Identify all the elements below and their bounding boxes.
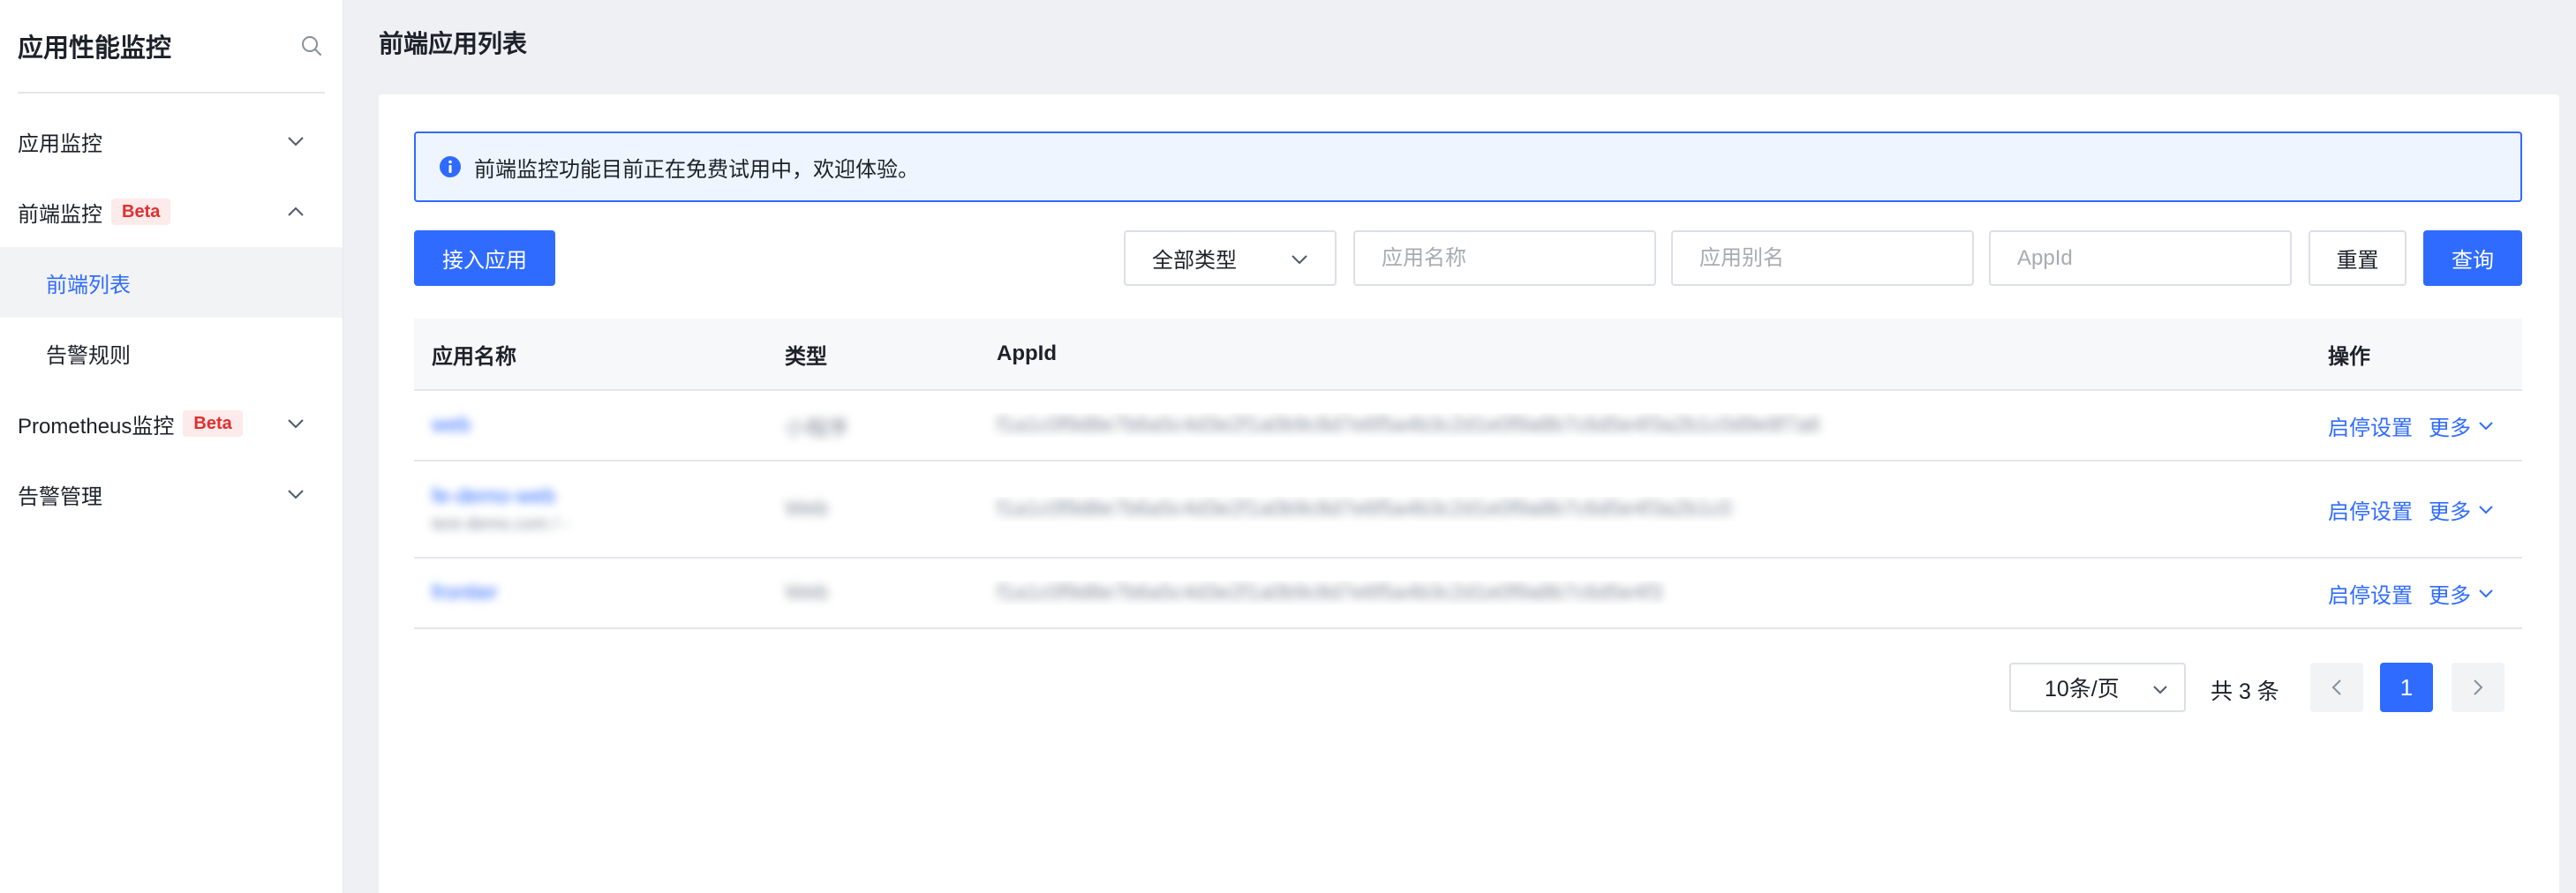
app-alias-input[interactable] <box>1671 230 1974 286</box>
page-button-current[interactable]: 1 <box>2380 663 2433 712</box>
reset-button[interactable]: 重置 <box>2309 230 2407 286</box>
col-header-ops: 操作 <box>2328 344 2370 369</box>
app-name-input[interactable] <box>1353 230 1656 286</box>
chevron-down-icon <box>2479 589 2493 597</box>
main-card: 前端监控功能目前正在免费试用中，欢迎体验。 接入应用 全部类型 重置 查询 应用… <box>379 94 2559 893</box>
chevron-down-icon <box>1291 246 1308 271</box>
more-dropdown[interactable]: 更多 <box>2429 494 2494 525</box>
sidebar-item-frontend-list[interactable]: 前端列表 <box>0 247 343 318</box>
app-type: 小程序 <box>785 416 848 440</box>
toggle-settings-link[interactable]: 启停设置 <box>2328 410 2413 441</box>
sidebar-item-label: 前端监控 <box>18 202 102 227</box>
sidebar-header: 应用性能监控 <box>18 0 325 94</box>
chevron-down-icon <box>2152 675 2168 701</box>
sidebar-item-label: Prometheus监控 <box>18 414 175 439</box>
app-id: f1a1c0f9d8e7b6a5c4d3e2f1a0b9c8d7e6f5a4b3… <box>997 581 1663 604</box>
sidebar: 应用性能监控 应用监控 前端监控 Beta 前端列表 告警规则 Prometheu… <box>0 0 343 893</box>
add-app-button[interactable]: 接入应用 <box>414 230 555 286</box>
app-name-link[interactable]: frontier <box>432 581 498 604</box>
app-table: 应用名称 类型 AppId 操作 web 小程序 f1a1c0f9d8e7b6a… <box>414 319 2522 629</box>
total-count: 共 3 条 <box>2211 679 2279 704</box>
chevron-right-icon <box>2474 679 2483 695</box>
alert-text: 前端监控功能目前正在免费试用中，欢迎体验。 <box>474 157 919 182</box>
more-label: 更多 <box>2429 499 2471 524</box>
app-type: Web <box>785 581 828 604</box>
appid-input[interactable] <box>1989 230 2292 286</box>
sidebar-item-prometheus[interactable]: Prometheus监控 Beta <box>0 388 343 459</box>
page-size-value: 10条/页 <box>2045 677 2120 702</box>
sidebar-item-label: 应用监控 <box>18 131 102 156</box>
prev-page-button[interactable] <box>2310 663 2363 712</box>
sidebar-item-alert-management[interactable]: 告警管理 <box>0 459 343 529</box>
app-id: f1a1c0f9d8e7b6a5c4d3e2f1a0b9c8d7e6f5a4b3… <box>997 413 1820 437</box>
more-label: 更多 <box>2429 583 2471 608</box>
page-size-select[interactable]: 10条/页 <box>2009 663 2186 712</box>
type-select-value: 全部类型 <box>1152 249 1237 273</box>
beta-badge: Beta <box>183 410 243 437</box>
table-header: 应用名称 类型 AppId 操作 <box>414 319 2522 391</box>
col-header-name: 应用名称 <box>432 344 516 369</box>
sidebar-item-label: 告警管理 <box>18 484 102 509</box>
chevron-down-icon <box>286 414 305 433</box>
table-row: fe-demo-web test-demo.com / - Web f1a1c0… <box>414 462 2522 559</box>
info-icon <box>439 155 462 178</box>
sidebar-item-alert-rules[interactable]: 告警规则 <box>0 318 343 388</box>
chevron-down-icon <box>2479 421 2493 430</box>
sidebar-title: 应用性能监控 <box>18 34 172 63</box>
sidebar-item-frontend-monitor[interactable]: 前端监控 Beta <box>0 176 343 247</box>
app-id: f1a1c0f9d8e7b6a5c4d3e2f1a0b9c8d7e6f5a4b3… <box>997 497 1732 521</box>
sidebar-item-label: 前端列表 <box>46 273 131 297</box>
sidebar-item-app-monitor[interactable]: 应用监控 <box>0 106 343 176</box>
more-dropdown[interactable]: 更多 <box>2429 578 2494 609</box>
beta-badge: Beta <box>111 199 171 225</box>
more-dropdown[interactable]: 更多 <box>2429 410 2494 441</box>
type-select[interactable]: 全部类型 <box>1124 230 1337 286</box>
app-subtitle: test-demo.com / - <box>432 514 569 534</box>
app-type: Web <box>785 497 828 521</box>
col-header-type: 类型 <box>785 344 827 369</box>
table-row: web 小程序 f1a1c0f9d8e7b6a5c4d3e2f1a0b9c8d7… <box>414 391 2522 462</box>
chevron-down-icon <box>286 484 305 504</box>
toggle-settings-link[interactable]: 启停设置 <box>2328 578 2413 609</box>
next-page-button[interactable] <box>2452 663 2504 712</box>
app-name-link[interactable]: web <box>432 413 471 437</box>
info-alert: 前端监控功能目前正在免费试用中，欢迎体验。 <box>414 131 2522 202</box>
sidebar-item-label: 告警规则 <box>46 343 131 368</box>
chevron-down-icon <box>2479 505 2493 514</box>
query-button[interactable]: 查询 <box>2423 230 2522 286</box>
more-label: 更多 <box>2429 416 2471 440</box>
toggle-settings-link[interactable]: 启停设置 <box>2328 494 2413 525</box>
page-title: 前端应用列表 <box>379 30 528 57</box>
col-header-appid: AppId <box>997 341 1057 365</box>
table-row: frontier Web f1a1c0f9d8e7b6a5c4d3e2f1a0b… <box>414 559 2522 629</box>
chevron-left-icon <box>2331 679 2341 695</box>
search-icon[interactable] <box>298 33 325 59</box>
chevron-down-icon <box>286 131 305 151</box>
app-name-link[interactable]: fe-demo-web <box>432 484 767 509</box>
chevron-up-icon <box>286 202 305 221</box>
